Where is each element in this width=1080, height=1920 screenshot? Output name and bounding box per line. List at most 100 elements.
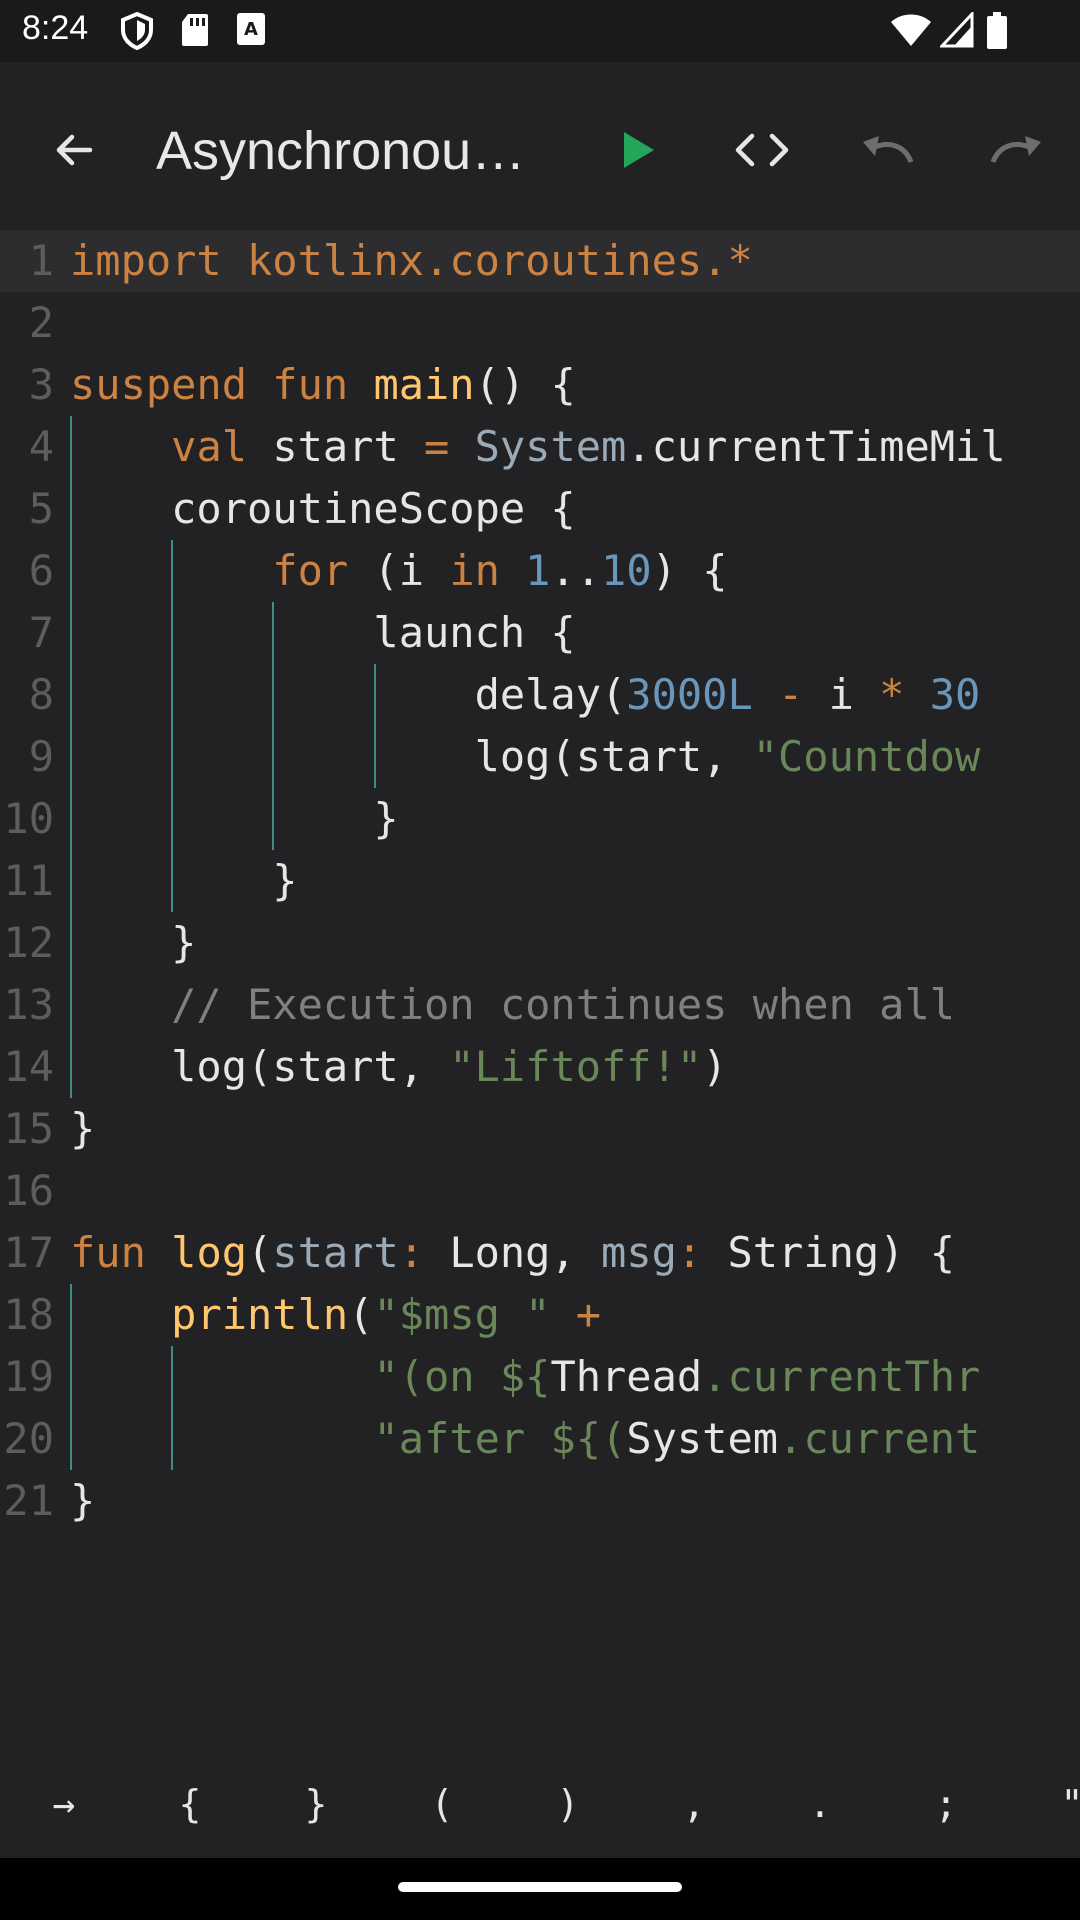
code-token: import kotlinx.coroutines.* <box>70 236 753 285</box>
code-text: "after ${(System.current <box>70 1408 980 1470</box>
line-number: 7 <box>28 608 54 657</box>
indent-guide <box>374 664 376 788</box>
code-token: = <box>424 422 475 471</box>
code-token: (i <box>373 546 450 595</box>
code-line[interactable]: 12 } <box>0 912 1080 974</box>
code-line[interactable]: 17 fun log(start: Long, msg: String) { <box>0 1222 1080 1284</box>
symbol-bar: → {} (),.; " <box>0 1750 1080 1858</box>
line-number: 10 <box>3 794 54 843</box>
code-token: String) { <box>727 1228 956 1277</box>
code-line[interactable]: 2 <box>0 292 1080 354</box>
redo-button[interactable] <box>980 114 1052 186</box>
code-text: val start = System.currentTimeMil <box>70 416 1005 478</box>
code-text: } <box>70 912 196 974</box>
code-text: // Execution continues when all <box>70 974 955 1036</box>
code-token: } <box>70 856 298 905</box>
code-token: delay( <box>70 670 627 719</box>
code-token: "$msg " <box>373 1290 576 1339</box>
symbol-key[interactable]: → <box>14 1770 114 1838</box>
code-editor[interactable]: 1 import kotlinx.coroutines.* 2 3 suspend fu… <box>0 230 1080 1750</box>
indent-guide <box>70 416 72 1098</box>
undo-button[interactable] <box>852 114 924 186</box>
line-number: 6 <box>28 546 54 595</box>
code-token: fun <box>70 1228 172 1277</box>
code-line[interactable]: 21} <box>0 1470 1080 1532</box>
back-button[interactable] <box>38 114 110 186</box>
code-text: suspend fun main() { <box>70 354 576 416</box>
code-text: fun log(start: Long, msg: String) { <box>70 1222 955 1284</box>
code-token: 30 <box>929 670 981 719</box>
line-number: 5 <box>28 484 54 533</box>
indent-guide <box>171 540 173 912</box>
line-number: 14 <box>3 1042 54 1091</box>
line-number: 9 <box>28 732 54 781</box>
code-token: suspend fun <box>70 360 374 409</box>
code-token: // Execution continues when all <box>70 980 956 1029</box>
code-line[interactable]: 16 <box>0 1160 1080 1222</box>
app-bar: Asynchronou… <box>0 62 1080 230</box>
code-token: ) <box>702 1042 728 1091</box>
code-token: ) { <box>651 546 728 595</box>
code-text: import kotlinx.coroutines.* <box>70 230 753 292</box>
code-line[interactable]: 20 "after ${(System.current <box>0 1408 1080 1470</box>
code-line[interactable]: 18 println("$msg " + <box>0 1284 1080 1346</box>
run-button[interactable] <box>602 114 674 186</box>
code-line[interactable]: 7 launch { <box>0 602 1080 664</box>
wifi-icon <box>890 12 932 52</box>
status-bar: 8:24 A <box>0 0 1080 62</box>
code-line[interactable]: 3 suspend fun main() { <box>0 354 1080 416</box>
symbol-key[interactable]: ( <box>392 1770 492 1838</box>
code-icon <box>735 133 789 167</box>
undo-icon <box>863 136 914 164</box>
code-token: System <box>626 1414 779 1463</box>
status-time: 8:24 <box>22 9 89 47</box>
run-icon <box>624 132 654 168</box>
code-token: Thread <box>550 1352 703 1401</box>
home-gesture-handle[interactable] <box>398 1882 682 1892</box>
code-token: Long, <box>449 1228 602 1277</box>
symbol-key[interactable]: , <box>644 1770 744 1838</box>
code-text: } <box>70 1470 95 1532</box>
symbol-key[interactable]: ) <box>518 1770 618 1838</box>
code-line[interactable]: 5 coroutineScope { <box>0 478 1080 540</box>
code-token: "Countdow <box>752 732 981 781</box>
code-line[interactable]: 11 } <box>0 850 1080 912</box>
code-line[interactable]: 13 // Execution continues when all <box>0 974 1080 1036</box>
line-number: 16 <box>3 1166 54 1215</box>
indent-guide <box>70 1284 72 1470</box>
code-line[interactable]: 14 log(start, "Liftoff!") <box>0 1036 1080 1098</box>
code-text: "(on ${Thread.currentThr <box>70 1346 980 1408</box>
symbol-key[interactable]: } <box>266 1770 366 1838</box>
code-line[interactable]: 1 import kotlinx.coroutines.* <box>0 230 1080 292</box>
code-line[interactable]: 15} <box>0 1098 1080 1160</box>
code-line[interactable]: 6 for (i in 1..10) { <box>0 540 1080 602</box>
code-token: } <box>70 918 197 967</box>
code-line[interactable]: 10 } <box>0 788 1080 850</box>
symbol-key[interactable]: " <box>1022 1770 1080 1838</box>
symbol-key[interactable]: { <box>140 1770 240 1838</box>
code-line[interactable]: 8 delay(3000L - i * 30 <box>0 664 1080 726</box>
page-title: Asynchronou… <box>156 121 526 181</box>
code-line[interactable]: 4 val start = System.currentTimeMil <box>0 416 1080 478</box>
code-token: in <box>449 546 526 595</box>
line-number: 3 <box>28 360 54 409</box>
line-number: 4 <box>28 422 54 471</box>
code-token: log(start, <box>70 1042 450 1091</box>
code-line[interactable]: 19 "(on ${Thread.currentThr <box>0 1346 1080 1408</box>
symbol-key[interactable]: . <box>770 1770 870 1838</box>
code-line[interactable]: 9 log(start, "Countdow <box>0 726 1080 788</box>
code-token: ( <box>247 1228 273 1277</box>
code-button[interactable] <box>726 114 798 186</box>
line-number: 8 <box>28 670 54 719</box>
code-token: msg <box>601 1228 677 1277</box>
code-token: start <box>272 1228 399 1277</box>
redo-icon <box>990 136 1041 164</box>
line-number: 20 <box>3 1414 54 1463</box>
code-token: .. <box>550 546 602 595</box>
symbol-key[interactable]: ; <box>896 1770 996 1838</box>
code-text: launch { <box>70 602 575 664</box>
back-arrow-icon <box>56 134 93 166</box>
